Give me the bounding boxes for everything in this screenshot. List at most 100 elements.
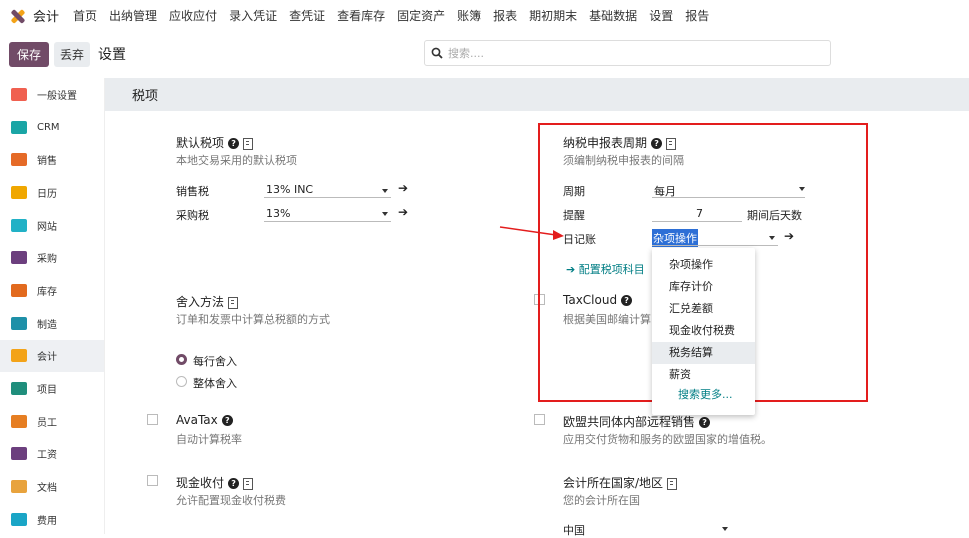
search-icon bbox=[431, 47, 443, 59]
settings-sidebar: 一般设置 CRM 销售日历网站 采购 库存 制造会计项目员工工资文档费用 bbox=[0, 78, 105, 534]
round-per-line-radio[interactable] bbox=[176, 354, 187, 365]
menu-item[interactable]: 查看库存 bbox=[337, 7, 385, 24]
cash-basis-title-text: 现金收付 bbox=[176, 476, 225, 490]
sidebar-item[interactable]: CRM bbox=[0, 111, 104, 144]
menu-item[interactable]: 设置 bbox=[649, 7, 673, 24]
dropdown-option[interactable]: 杂项操作 bbox=[652, 254, 755, 276]
fiscal-country-desc: 您的会计所在国 bbox=[563, 494, 640, 507]
eu-oss-title: 欧盟共同体内部远程销售? bbox=[563, 413, 711, 430]
fiscal-country-title-text: 会计所在国家/地区 bbox=[563, 476, 664, 490]
discard-button[interactable]: 丢弃 bbox=[54, 41, 91, 67]
crm-icon bbox=[11, 120, 27, 134]
menu-item[interactable]: 账簿 bbox=[457, 7, 481, 24]
accounting-app-icon[interactable] bbox=[9, 6, 27, 24]
search-more-link[interactable]: 搜索更多... bbox=[652, 386, 755, 404]
control-panel: 保存 丢弃 设置 搜索.... bbox=[0, 30, 969, 78]
sales-tax-label: 销售税 bbox=[176, 185, 209, 198]
round-globally-radio[interactable] bbox=[176, 376, 187, 387]
sidebar-item-label: 会计 bbox=[37, 352, 57, 364]
sidebar-item-label: 项目 bbox=[37, 385, 57, 397]
calendar-icon bbox=[11, 185, 27, 199]
sidebar-item[interactable]: 采购 bbox=[0, 241, 104, 274]
sidebar-item[interactable]: 制造 bbox=[0, 307, 104, 340]
save-button[interactable]: 保存 bbox=[9, 41, 50, 67]
dropdown-option[interactable]: 现金收付税费 bbox=[652, 320, 755, 342]
dropdown-option[interactable]: 税务结算 bbox=[652, 342, 755, 364]
inventory-icon bbox=[11, 283, 27, 297]
company-icon bbox=[667, 477, 678, 490]
sales-icon bbox=[11, 153, 27, 167]
menu-item[interactable]: 期初期末 bbox=[529, 7, 577, 24]
sidebar-item[interactable]: 会计 bbox=[0, 339, 104, 373]
chevron-down-icon[interactable] bbox=[382, 212, 388, 216]
project-icon bbox=[11, 382, 27, 396]
menu-item[interactable]: 录入凭证 bbox=[229, 7, 277, 24]
company-icon bbox=[243, 137, 254, 150]
section-header: 税项 bbox=[105, 78, 969, 111]
cash-basis-title: 现金收付? bbox=[176, 474, 254, 491]
app-name[interactable]: 会计 bbox=[33, 6, 59, 25]
dropdown-option[interactable]: 汇兑差额 bbox=[652, 298, 755, 320]
help-icon[interactable]: ? bbox=[228, 478, 240, 489]
company-icon bbox=[243, 477, 254, 490]
menu-item[interactable]: 基础数据 bbox=[589, 7, 637, 24]
search-input[interactable]: 搜索.... bbox=[448, 45, 484, 61]
menu-item[interactable]: 报告 bbox=[685, 7, 709, 24]
chevron-down-icon[interactable] bbox=[722, 527, 728, 531]
eu-oss-desc: 应用交付货物和服务的欧盟国家的增值税。 bbox=[563, 433, 772, 446]
manufacturing-icon bbox=[11, 316, 27, 330]
menu-item[interactable]: 报表 bbox=[493, 7, 517, 24]
sidebar-item-label: 费用 bbox=[37, 515, 57, 527]
help-icon[interactable]: ? bbox=[221, 415, 233, 426]
search-box[interactable]: 搜索.... bbox=[424, 40, 831, 66]
sidebar-item[interactable]: 工资 bbox=[0, 438, 104, 471]
payroll-icon bbox=[11, 447, 27, 461]
sidebar-item[interactable]: 网站 bbox=[0, 209, 104, 242]
avatax-title: AvaTax? bbox=[176, 413, 233, 427]
rounding-title: 舍入方法 bbox=[176, 293, 239, 310]
fiscal-country-title: 会计所在国家/地区 bbox=[563, 474, 678, 491]
menu-item[interactable]: 固定资产 bbox=[397, 7, 445, 24]
eu-oss-checkbox[interactable] bbox=[534, 414, 545, 425]
cash-basis-checkbox[interactable] bbox=[147, 475, 158, 486]
purchase-tax-field[interactable]: 13% bbox=[266, 207, 290, 220]
purchase-icon bbox=[11, 251, 27, 265]
help-icon[interactable]: ? bbox=[699, 417, 711, 428]
dropdown-option[interactable]: 薪资 bbox=[652, 364, 755, 386]
sidebar-item-label: 销售 bbox=[37, 156, 57, 168]
purchase-tax-label: 采购税 bbox=[176, 209, 209, 222]
arrow-right-icon[interactable]: ➔ bbox=[398, 181, 408, 195]
sidebar-item[interactable]: 文档 bbox=[0, 470, 104, 503]
sidebar-item[interactable]: 销售 bbox=[0, 143, 104, 176]
sidebar-item[interactable]: 一般设置 bbox=[0, 78, 104, 111]
sidebar-item[interactable]: 费用 bbox=[0, 503, 104, 536]
company-icon bbox=[228, 296, 239, 309]
expenses-icon bbox=[11, 512, 27, 526]
section-title: 税项 bbox=[132, 89, 159, 104]
sidebar-item[interactable]: 项目 bbox=[0, 372, 104, 405]
sales-tax-field[interactable]: 13% INC bbox=[266, 183, 313, 196]
default-taxes-title-text: 默认税项 bbox=[176, 136, 225, 150]
menu-item[interactable]: 首页 bbox=[73, 7, 97, 24]
chevron-down-icon[interactable] bbox=[382, 189, 388, 193]
fiscal-country-field[interactable]: 中国 bbox=[563, 522, 585, 538]
help-icon[interactable]: ? bbox=[228, 138, 240, 149]
sidebar-item-label: 工资 bbox=[37, 450, 57, 462]
sidebar-item[interactable]: 库存 bbox=[0, 274, 104, 307]
dropdown-option[interactable]: 库存计价 bbox=[652, 276, 755, 298]
sidebar-item[interactable]: 日历 bbox=[0, 176, 104, 209]
sidebar-item-label: 日历 bbox=[37, 188, 57, 200]
arrow-right-icon[interactable]: ➔ bbox=[398, 205, 408, 219]
avatax-desc: 自动计算税率 bbox=[176, 433, 242, 446]
menu-item[interactable]: 查凭证 bbox=[289, 7, 325, 24]
avatax-checkbox[interactable] bbox=[147, 414, 158, 425]
menu-item[interactable]: 应收应付 bbox=[169, 7, 217, 24]
journal-dropdown: 杂项操作 库存计价 汇兑差额 现金收付税费 税务结算 薪资 搜索更多... bbox=[652, 248, 755, 415]
documents-icon bbox=[11, 480, 27, 494]
general-settings-icon bbox=[11, 87, 27, 101]
accounting-icon bbox=[11, 349, 27, 363]
menu-item[interactable]: 出纳管理 bbox=[109, 7, 157, 24]
sidebar-item[interactable]: 员工 bbox=[0, 405, 104, 438]
rounding-desc: 订单和发票中计算总税额的方式 bbox=[176, 313, 330, 326]
default-taxes-title: 默认税项? bbox=[176, 134, 254, 151]
